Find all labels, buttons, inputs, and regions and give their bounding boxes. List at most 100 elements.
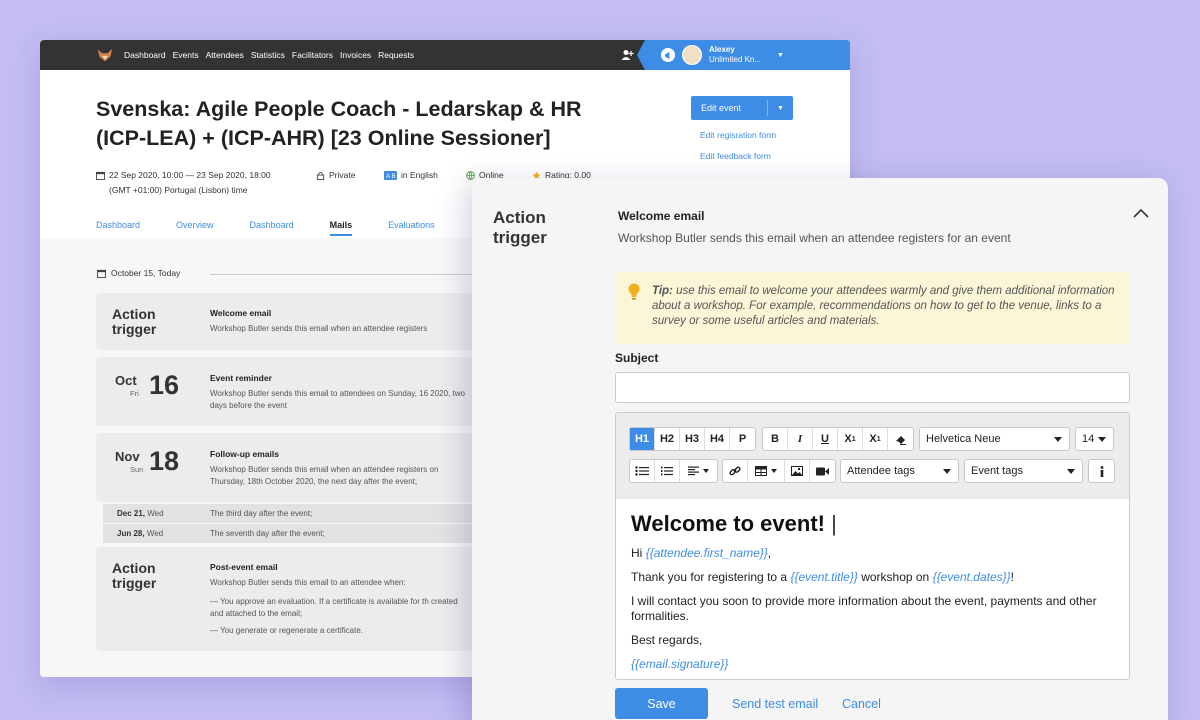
rich-text-editor[interactable]: H1 H2 H3 H4 P B I U X1 X1 Helvetica Neue <box>615 412 1130 680</box>
card-day: 18 <box>149 446 180 476</box>
event-tags-select[interactable]: Event tags <box>964 459 1083 483</box>
info-group <box>1088 459 1115 483</box>
tab-overview[interactable]: Overview <box>176 220 214 236</box>
mail-card-post-event[interactable]: Action trigger Post-event email Workshop… <box>96 547 516 651</box>
chevron-down-icon[interactable]: ▼ <box>777 52 784 59</box>
nav-facilitators[interactable]: Facilitators <box>292 50 333 60</box>
action-trigger-label: Action trigger <box>112 306 157 337</box>
tab-mails[interactable]: Mails <box>329 220 353 236</box>
table-dropdown[interactable] <box>748 460 785 482</box>
tab-dashboard-2[interactable]: Dashboard <box>250 220 294 236</box>
chevron-down-icon <box>771 469 777 473</box>
mail-card-bullet: — You generate or regenerate a certifica… <box>210 626 363 635</box>
first-name-tag: {{attendee.first_name}} <box>645 546 768 560</box>
top-navbar: Dashboard Events Attendees Statistics Fa… <box>40 40 850 70</box>
chevron-down-icon[interactable]: ▼ <box>768 105 793 112</box>
chevron-up-icon[interactable] <box>1132 206 1150 220</box>
h1-button[interactable]: H1 <box>630 428 655 450</box>
action-trigger-label: Action trigger <box>112 560 157 591</box>
link-icon[interactable] <box>723 460 748 482</box>
editor-toolbar: H1 H2 H3 H4 P B I U X1 X1 Helvetica Neue <box>616 413 1129 499</box>
tip-box: Tip: use this email to welcome your atte… <box>615 272 1130 344</box>
follow-up-date: Dec 21, Wed <box>103 509 210 518</box>
follow-up-dow: Wed <box>146 529 164 538</box>
editor-content[interactable]: Welcome to event! | Hi {{attendee.first_… <box>616 499 1129 679</box>
card-month: Oct <box>115 373 137 388</box>
greeting-comma: , <box>767 546 772 560</box>
nav-dashboard[interactable]: Dashboard <box>124 50 166 60</box>
edit-feedback-form-link[interactable]: Edit feedback form <box>700 151 771 161</box>
privacy-text: Private <box>329 170 356 180</box>
nav-attendees[interactable]: Attendees <box>206 50 244 60</box>
mail-card-welcome[interactable]: Action trigger Welcome email Workshop Bu… <box>96 293 516 350</box>
translate-icon: AB <box>384 171 397 180</box>
h2-button[interactable]: H2 <box>655 428 680 450</box>
send-test-email-link[interactable]: Send test email <box>732 697 818 711</box>
superscript-icon[interactable]: X1 <box>863 428 888 450</box>
avatar[interactable] <box>682 45 702 65</box>
numbered-list-icon[interactable] <box>655 460 680 482</box>
font-family-value: Helvetica Neue <box>926 433 1001 445</box>
follow-up-row[interactable]: Jun 28, Wed The seventh day after the ev… <box>103 524 523 543</box>
svg-text:A: A <box>386 174 390 180</box>
user-info: Alexey Unlimited Kn... <box>709 45 761 65</box>
edit-event-button[interactable]: Edit event ▼ <box>691 96 793 120</box>
mail-card-follow-up[interactable]: Nov Sun 18 Follow-up emails Workshop But… <box>96 433 516 502</box>
italic-icon[interactable]: I <box>788 428 813 450</box>
card-weekday: Sun <box>130 465 144 474</box>
edit-registration-form-link[interactable]: Edit regisration form <box>700 130 776 140</box>
nav-requests[interactable]: Requests <box>378 50 414 60</box>
calendar-icon <box>96 171 105 180</box>
paragraph-button[interactable]: P <box>730 428 755 450</box>
attendee-tags-select[interactable]: Attendee tags <box>840 459 959 483</box>
h4-button[interactable]: H4 <box>705 428 730 450</box>
tip-body: use this email to welcome your attendees… <box>652 285 1115 327</box>
nav-events[interactable]: Events <box>173 50 199 60</box>
event-timezone: (GMT +01:00) Portugal (Lisbon) time <box>109 185 248 195</box>
megaphone-icon[interactable] <box>661 48 675 62</box>
nav-invoices[interactable]: Invoices <box>340 50 371 60</box>
mail-card-reminder[interactable]: Oct Fri 16 Event reminder Workshop Butle… <box>96 357 516 426</box>
lock-icon <box>316 171 325 180</box>
email-greeting: Hi {{attendee.first_name}}, <box>631 546 1114 561</box>
email-description: Workshop Butler sends this email when an… <box>618 231 1011 245</box>
align-dropdown[interactable] <box>680 460 717 482</box>
follow-up-date-text: Jun 28, <box>117 529 145 538</box>
chevron-down-icon <box>1054 437 1062 442</box>
video-icon[interactable] <box>810 460 835 482</box>
follow-up-text: The seventh day after the event; <box>210 529 325 538</box>
lightbulb-icon <box>628 283 640 300</box>
subject-label: Subject <box>615 351 659 365</box>
globe-icon <box>466 171 475 180</box>
align-left-icon <box>688 466 699 476</box>
eraser-icon[interactable] <box>888 428 913 450</box>
follow-up-text: The third day after the event; <box>210 509 313 518</box>
h3-button[interactable]: H3 <box>680 428 705 450</box>
subscript-icon[interactable]: X1 <box>838 428 863 450</box>
cancel-link[interactable]: Cancel <box>842 697 881 711</box>
tab-evaluations[interactable]: Evaluations <box>388 220 435 236</box>
save-button[interactable]: Save <box>615 688 708 719</box>
underline-icon[interactable]: U <box>813 428 838 450</box>
add-user-icon[interactable] <box>620 48 634 62</box>
follow-up-row[interactable]: Dec 21, Wed The third day after the even… <box>103 504 523 523</box>
main-nav: Dashboard Events Attendees Statistics Fa… <box>124 50 421 60</box>
user-menu[interactable]: Alexey Unlimited Kn... ▼ <box>637 40 850 70</box>
line1-text-b: workshop on <box>861 570 930 584</box>
fox-logo-icon[interactable] <box>96 46 114 64</box>
signature-tag: {{email.signature}} <box>631 657 729 671</box>
tab-dashboard[interactable]: Dashboard <box>96 220 140 236</box>
image-icon[interactable] <box>785 460 810 482</box>
insert-group <box>722 459 836 483</box>
chevron-down-icon <box>1098 437 1106 442</box>
nav-statistics[interactable]: Statistics <box>251 50 285 60</box>
bullet-list-icon[interactable] <box>630 460 655 482</box>
event-tags-label: Event tags <box>971 465 1023 477</box>
font-family-select[interactable]: Helvetica Neue <box>919 427 1070 451</box>
subject-input[interactable] <box>615 372 1130 403</box>
info-icon[interactable] <box>1089 460 1114 482</box>
bold-icon[interactable]: B <box>763 428 788 450</box>
email-heading: Welcome to event! | <box>631 511 1114 537</box>
font-size-select[interactable]: 14 <box>1075 427 1114 451</box>
chevron-down-icon <box>943 469 951 474</box>
